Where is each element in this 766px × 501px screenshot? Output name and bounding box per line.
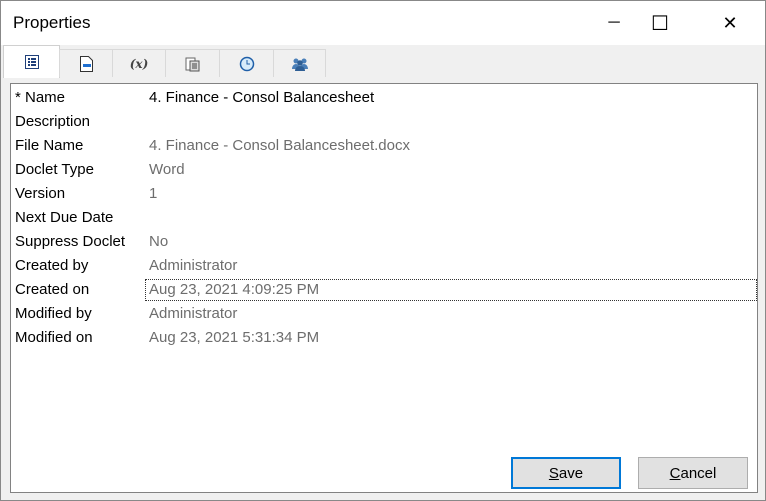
- property-value[interactable]: 4. Finance - Consol Balancesheet: [149, 87, 374, 109]
- property-label: Suppress Doclet: [15, 233, 126, 250]
- property-row[interactable]: Description: [15, 111, 757, 133]
- tab-clipboard[interactable]: [165, 49, 220, 77]
- property-row[interactable]: Created by Administrator: [15, 255, 757, 277]
- close-button[interactable]: ✕: [707, 1, 753, 45]
- property-label: Created on: [15, 281, 90, 298]
- property-label: Created by: [15, 257, 89, 274]
- document-icon: [79, 55, 93, 72]
- clock-icon: [239, 56, 254, 71]
- property-value[interactable]: Word: [149, 159, 185, 181]
- users-icon: [291, 58, 308, 71]
- properties-dialog: Properties ─ ☐ ✕ (x) * Name 4. Finance - …: [0, 0, 766, 501]
- tab-bar: (x): [1, 45, 765, 78]
- property-row[interactable]: Doclet Type Word: [15, 159, 757, 181]
- property-label: File Name: [15, 137, 84, 154]
- property-value[interactable]: Administrator: [149, 255, 237, 277]
- property-value[interactable]: 1: [149, 183, 157, 205]
- title-bar: Properties ─ ☐ ✕: [1, 1, 765, 45]
- save-mnemonic: S: [548, 464, 559, 482]
- cancel-label-rest: ancel: [680, 464, 717, 482]
- list-icon: [24, 55, 39, 69]
- cancel-mnemonic: C: [669, 464, 681, 482]
- cancel-button[interactable]: Cancel: [638, 457, 748, 489]
- property-label: Next Due Date: [15, 209, 114, 226]
- property-row[interactable]: Modified by Administrator: [15, 303, 757, 325]
- window-title: Properties: [13, 13, 91, 32]
- property-row[interactable]: Modified on Aug 23, 2021 5:31:34 PM: [15, 327, 757, 349]
- property-row[interactable]: Next Due Date: [15, 207, 757, 229]
- property-row[interactable]: File Name 4. Finance - Consol Balanceshee…: [15, 135, 757, 157]
- tab-variables[interactable]: (x): [112, 49, 166, 77]
- property-row[interactable]: * Name 4. Finance - Consol Balancesheet: [15, 87, 757, 109]
- variable-icon: (x): [129, 56, 149, 71]
- minimize-button[interactable]: ─: [591, 1, 637, 45]
- tab-document[interactable]: [59, 49, 113, 77]
- property-value[interactable]: 4. Finance - Consol Balancesheet.docx: [149, 135, 410, 157]
- save-label: Save: [549, 465, 583, 482]
- tab-users[interactable]: [273, 49, 326, 77]
- property-row[interactable]: Suppress Doclet No: [15, 231, 757, 253]
- property-label: Version: [15, 185, 66, 202]
- property-label: Modified by: [15, 305, 92, 322]
- property-label: Description: [15, 113, 91, 130]
- property-row[interactable]: Version 1: [15, 183, 757, 205]
- property-row[interactable]: Created on Aug 23, 2021 4:09:25 PM: [15, 279, 757, 301]
- property-grid: * Name 4. Finance - Consol Balancesheet De…: [10, 83, 758, 493]
- cancel-label: Cancel: [670, 465, 717, 482]
- property-value[interactable]: No: [149, 231, 168, 253]
- clipboard-icon: [185, 57, 199, 71]
- maximize-button[interactable]: ☐: [637, 1, 683, 45]
- save-button[interactable]: Save: [511, 457, 621, 489]
- tab-properties[interactable]: [3, 45, 60, 78]
- property-label: Doclet Type: [15, 161, 94, 178]
- tab-schedule[interactable]: [219, 49, 274, 77]
- property-value[interactable]: Aug 23, 2021 5:31:34 PM: [149, 327, 319, 349]
- property-value[interactable]: Administrator: [149, 303, 237, 325]
- save-label-rest: ave: [558, 464, 584, 482]
- property-label: Modified on: [15, 329, 93, 346]
- property-value[interactable]: Aug 23, 2021 4:09:25 PM: [149, 279, 319, 301]
- property-label: * Name: [15, 89, 66, 106]
